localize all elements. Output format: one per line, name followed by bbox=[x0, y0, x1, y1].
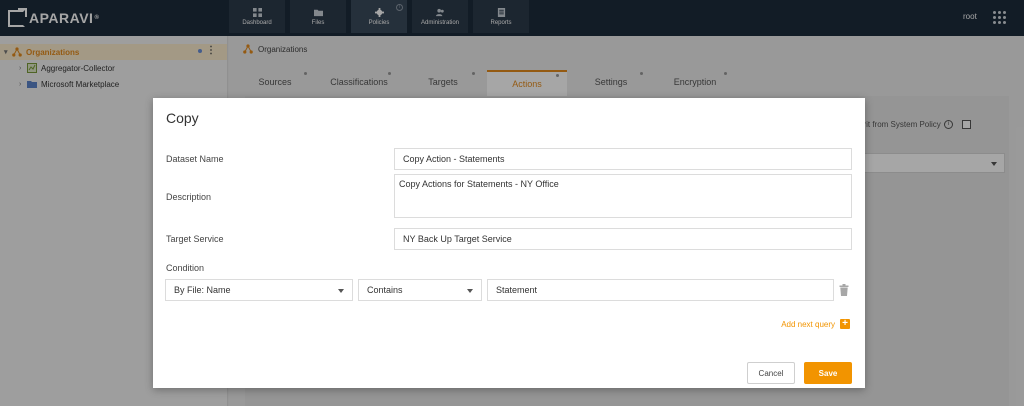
condition-operator-select[interactable]: Contains bbox=[358, 279, 482, 301]
condition-field-value: By File: Name bbox=[174, 285, 231, 295]
condition-label: Condition bbox=[166, 263, 205, 273]
save-button[interactable]: Save bbox=[804, 362, 852, 384]
caret-down-icon bbox=[467, 289, 473, 293]
trash-icon[interactable] bbox=[839, 284, 849, 296]
plus-icon: + bbox=[840, 319, 850, 329]
add-query-label: Add next query bbox=[781, 319, 835, 329]
condition-field-select[interactable]: By File: Name bbox=[165, 279, 353, 301]
dataset-name-input[interactable] bbox=[394, 148, 852, 170]
copy-dialog: Copy Dataset Name Description Copy Actio… bbox=[153, 98, 865, 388]
dataset-name-label: Dataset Name bbox=[166, 154, 224, 164]
condition-operator-value: Contains bbox=[367, 285, 403, 295]
description-textarea[interactable]: Copy Actions for Statements - NY Office bbox=[394, 174, 852, 218]
description-label: Description bbox=[166, 192, 212, 202]
dialog-title: Copy bbox=[166, 110, 199, 126]
condition-value-input[interactable] bbox=[487, 279, 834, 301]
caret-down-icon bbox=[338, 289, 344, 293]
cancel-button[interactable]: Cancel bbox=[747, 362, 795, 384]
add-query-button[interactable]: Add next query + bbox=[781, 319, 850, 329]
target-service-label: Target Service bbox=[166, 234, 224, 244]
target-service-input[interactable] bbox=[394, 228, 852, 250]
